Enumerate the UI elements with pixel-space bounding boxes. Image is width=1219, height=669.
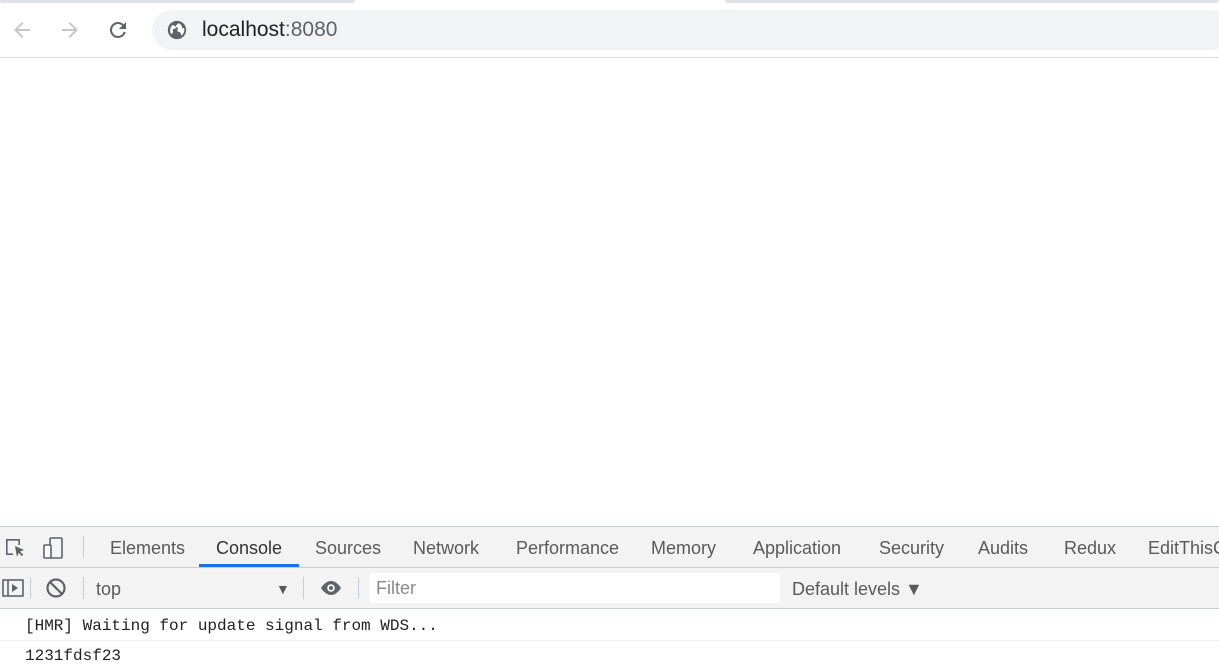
arrow-left-icon	[14, 22, 30, 38]
tab-network[interactable]: Network	[413, 527, 479, 567]
tab-elements[interactable]: Elements	[110, 527, 185, 567]
toolbar-divider	[83, 536, 84, 558]
globe-icon[interactable]	[166, 19, 188, 41]
tab-security[interactable]: Security	[879, 527, 944, 567]
dropdown-arrow-icon: ▼	[276, 581, 290, 597]
tab-audits[interactable]: Audits	[978, 527, 1028, 567]
url-host: localhost	[202, 18, 285, 41]
console-toolbar: top ▼ Default levels ▼	[0, 568, 1219, 609]
sidebar-toggle-icon	[2, 579, 24, 597]
toolbar-divider	[83, 577, 84, 599]
eye-icon	[321, 581, 341, 595]
forward-button[interactable]	[52, 12, 88, 48]
address-bar[interactable]: localhost:8080	[152, 10, 1219, 50]
devtools-panel: Elements Console Sources Network Perform…	[0, 526, 1219, 669]
page-viewport	[0, 58, 1219, 526]
show-sidebar-button[interactable]	[0, 575, 26, 601]
toolbar-divider	[358, 577, 359, 599]
console-filter-input[interactable]	[370, 573, 780, 603]
url-port: :8080	[284, 18, 338, 41]
tab-application[interactable]: Application	[753, 527, 841, 567]
tab-memory[interactable]: Memory	[651, 527, 716, 567]
url-text[interactable]: localhost:8080	[202, 18, 337, 42]
clear-console-button[interactable]	[43, 575, 69, 601]
browser-toolbar: localhost:8080	[0, 0, 1219, 58]
context-selector-value: top	[96, 579, 122, 599]
tab-strip-edge	[725, 0, 1219, 3]
console-output: [HMR] Waiting for update signal from WDS…	[0, 609, 1219, 669]
toolbar-divider	[303, 577, 304, 599]
devtools-tabbar: Elements Console Sources Network Perform…	[0, 527, 1219, 568]
arrow-right-icon	[62, 22, 78, 38]
device-mobile-icon	[43, 537, 63, 559]
tab-performance[interactable]: Performance	[516, 527, 619, 567]
reload-icon	[109, 21, 126, 38]
tab-sources[interactable]: Sources	[315, 527, 381, 567]
log-levels-dropdown[interactable]: Default levels ▼	[792, 568, 923, 608]
reload-button[interactable]	[100, 12, 136, 48]
console-message: [HMR] Waiting for update signal from WDS…	[0, 611, 1219, 641]
console-message: 1231fdsf23	[25, 647, 122, 665]
device-toolbar-button[interactable]	[40, 535, 66, 561]
toolbar-divider	[30, 577, 31, 599]
tab-editthiscookie[interactable]: EditThisCookie	[1148, 527, 1219, 567]
tab-console[interactable]: Console	[216, 527, 282, 567]
tab-strip-edge	[0, 0, 355, 3]
back-button[interactable]	[4, 12, 40, 48]
inspect-cursor-icon	[6, 539, 24, 557]
tab-redux[interactable]: Redux	[1064, 527, 1116, 567]
inspect-element-button[interactable]	[2, 535, 28, 561]
active-tab-indicator	[199, 564, 299, 567]
live-expression-button[interactable]	[318, 575, 344, 601]
context-selector[interactable]: top ▼	[96, 568, 296, 608]
block-icon	[46, 578, 66, 598]
